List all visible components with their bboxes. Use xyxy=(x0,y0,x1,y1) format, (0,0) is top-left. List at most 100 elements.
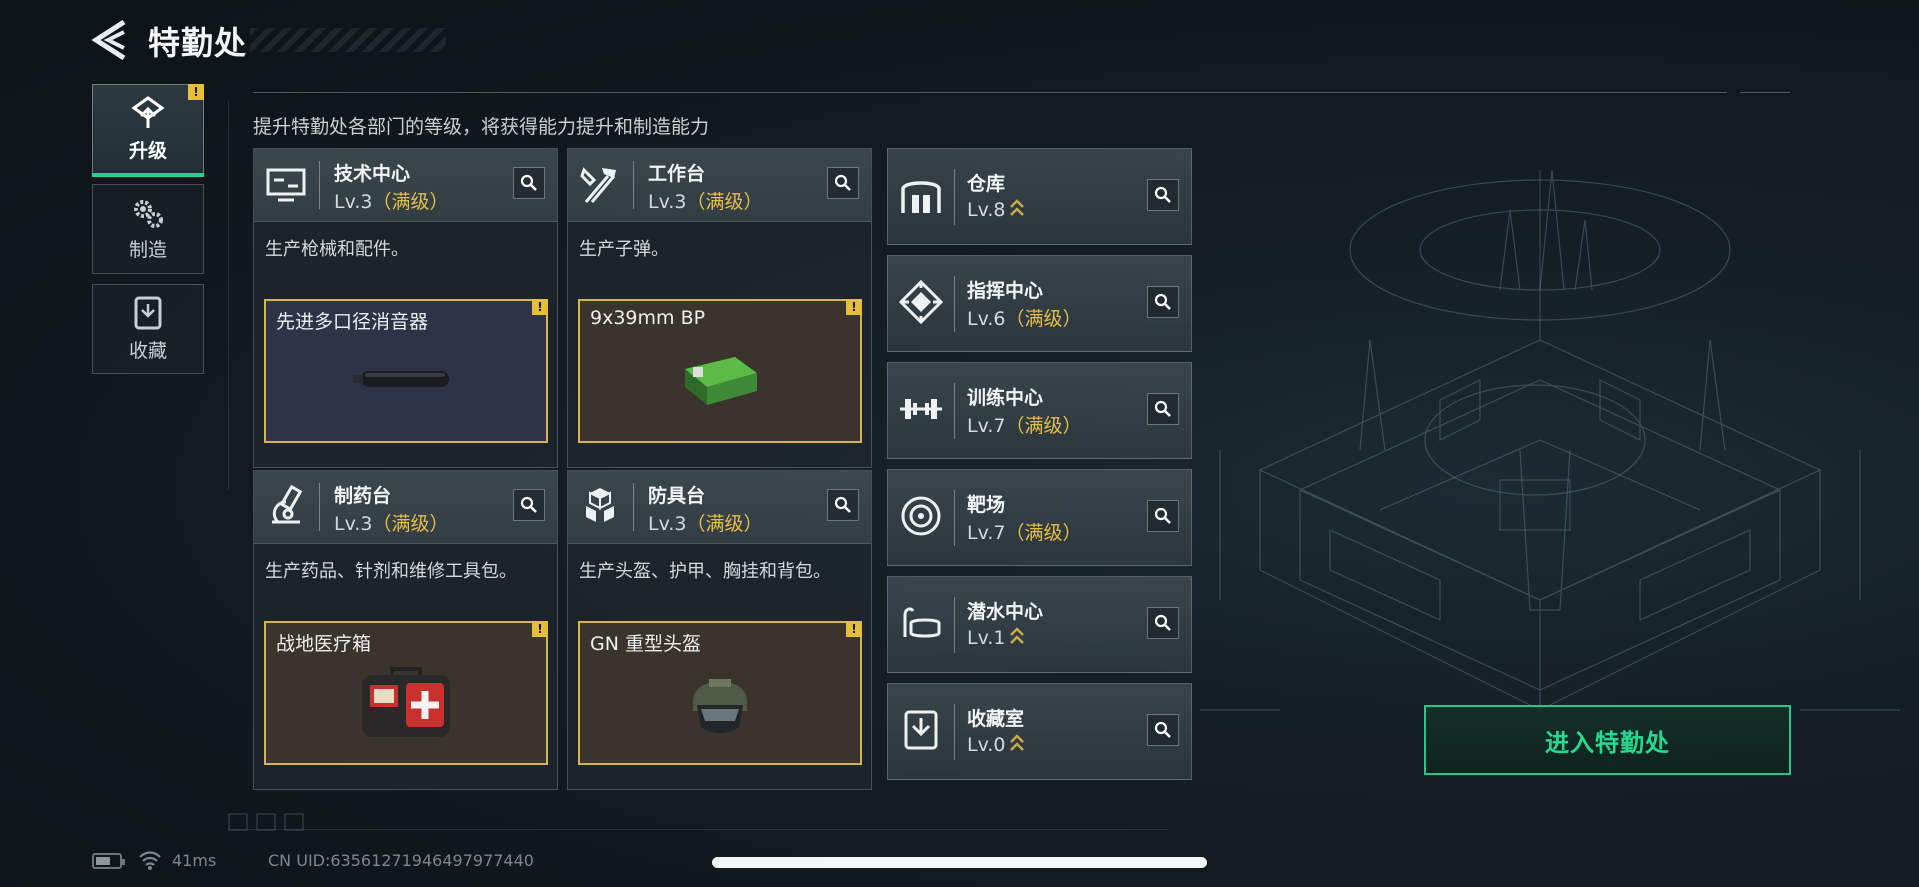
facility-name: 训练中心 xyxy=(967,387,1044,409)
facility-level: Lv.7（满级） xyxy=(967,415,1082,437)
facility-name: 制药台 xyxy=(334,485,392,507)
target-icon xyxy=(901,496,941,536)
battery-icon xyxy=(92,853,125,869)
gears-icon xyxy=(134,199,163,228)
tab-collection-label: 收藏 xyxy=(128,339,167,362)
intro-text: 提升特勤处各部门的等级，将获得能力提升和制造能力 xyxy=(253,116,710,138)
facility-row-collection-room[interactable]: 收藏室 Lv.0 xyxy=(887,683,1192,780)
warehouse-icon xyxy=(901,181,941,213)
page-title: 特勤处 xyxy=(148,24,248,62)
facility-description: 生产枪械和配件。 xyxy=(265,239,409,260)
left-divider xyxy=(228,100,229,490)
facility-name: 靶场 xyxy=(967,494,1006,516)
craft-slot[interactable]: 先进多口径消音器 ! xyxy=(264,299,548,443)
facility-level: Lv.6（满级） xyxy=(967,308,1082,330)
upgrade-icon xyxy=(131,95,165,128)
facility-card-workbench[interactable]: 工作台 Lv.3（满级） 生产子弹。 9x39mm BP ! xyxy=(567,148,872,468)
facility-card-pharmacy[interactable]: 制药台 Lv.3（满级） 生产药品、针剂和维修工具包。 战地医疗箱 ! xyxy=(253,470,558,790)
ammo-box-icon xyxy=(685,357,757,406)
facility-name: 防具台 xyxy=(648,485,706,507)
facility-row-command-center[interactable]: 指挥中心 Lv.6（满级） xyxy=(887,255,1192,352)
tech-center-icon xyxy=(266,168,306,202)
inspect-button[interactable] xyxy=(827,489,859,521)
upgrade-available-icon xyxy=(1010,199,1025,216)
facility-description: 生产药品、针剂和维修工具包。 xyxy=(265,561,517,582)
collection-room-icon xyxy=(904,710,938,750)
title-decoration xyxy=(250,28,446,52)
card-header: 制药台 Lv.3（满级） xyxy=(254,471,557,544)
card-header: 工作台 Lv.3（满级） xyxy=(568,149,871,222)
inspect-button[interactable] xyxy=(513,489,545,521)
decorative-squares xyxy=(228,813,304,831)
medkit-icon xyxy=(362,667,450,738)
inspect-button[interactable] xyxy=(827,167,859,199)
collection-icon xyxy=(134,296,162,329)
ping-value: 41ms xyxy=(172,851,217,870)
search-icon xyxy=(1154,507,1171,524)
card-header: 防具台 Lv.3（满级） xyxy=(568,471,871,544)
search-icon xyxy=(1154,186,1171,203)
facility-card-tech-center[interactable]: 技术中心 Lv.3（满级） 生产枪械和配件。 先进多口径消音器 ! xyxy=(253,148,558,468)
craft-slot[interactable]: GN 重型头盔 ! xyxy=(578,621,862,765)
search-icon xyxy=(1154,293,1171,310)
tab-collection[interactable]: 收藏 xyxy=(92,284,204,374)
search-icon xyxy=(1154,400,1171,417)
inspect-button[interactable] xyxy=(513,167,545,199)
facility-card-armor-bench[interactable]: 防具台 Lv.3（满级） 生产头盔、护甲、胸挂和背包。 GN 重型头盔 ! xyxy=(567,470,872,790)
hammer-wrench-icon xyxy=(580,167,616,203)
microscope-icon xyxy=(272,484,303,524)
home-indicator[interactable] xyxy=(712,857,1207,868)
wifi-icon xyxy=(139,851,161,870)
facility-level: Lv.3（满级） xyxy=(648,513,763,535)
search-icon xyxy=(1154,614,1171,631)
facility-name: 收藏室 xyxy=(967,708,1025,730)
craft-item-name: GN 重型头盔 xyxy=(590,633,701,655)
inspect-button[interactable] xyxy=(1147,179,1179,211)
user-uid: CN UID:635612719464979774​40 xyxy=(268,851,534,870)
craft-item-name: 先进多口径消音器 xyxy=(276,311,429,333)
back-button[interactable] xyxy=(90,18,130,62)
tab-upgrade-label: 升级 xyxy=(128,139,167,162)
facility-name: 仓库 xyxy=(967,173,1006,195)
facility-row-warehouse[interactable]: 仓库 Lv.8 xyxy=(887,148,1192,245)
search-icon xyxy=(1154,721,1171,738)
command-center-icon xyxy=(899,280,943,324)
inspect-button[interactable] xyxy=(1147,393,1179,425)
inspect-button[interactable] xyxy=(1147,500,1179,532)
craft-slot[interactable]: 9x39mm BP ! xyxy=(578,299,862,443)
facility-level: Lv.7（满级） xyxy=(967,522,1082,544)
inspect-button[interactable] xyxy=(1147,714,1179,746)
bottom-divider xyxy=(228,829,1168,830)
tab-craft[interactable]: 制造 xyxy=(92,184,204,274)
alert-badge: ! xyxy=(188,84,204,100)
facility-row-diving-center[interactable]: 潜水中心 Lv.1 xyxy=(887,576,1192,673)
facility-level: Lv.1 xyxy=(967,625,1025,649)
top-divider xyxy=(253,92,1727,93)
facility-level: Lv.3（满级） xyxy=(334,191,449,213)
dumbbell-icon xyxy=(900,399,942,419)
upgrade-available-icon xyxy=(1010,734,1025,751)
facility-row-shooting-range[interactable]: 靶场 Lv.7（满级） xyxy=(887,469,1192,566)
search-icon xyxy=(834,174,851,191)
inspect-button[interactable] xyxy=(1147,607,1179,639)
facility-name: 潜水中心 xyxy=(967,601,1044,623)
upgrade-available-icon xyxy=(1010,627,1025,644)
craft-item-name: 9x39mm BP xyxy=(590,307,706,329)
search-icon xyxy=(834,496,851,513)
tab-craft-label: 制造 xyxy=(128,238,167,261)
enter-special-ops-button[interactable]: 进入特勤处 xyxy=(1424,705,1791,775)
alert-badge: ! xyxy=(846,621,862,637)
helmet-icon xyxy=(693,679,747,734)
facility-row-training-center[interactable]: 训练中心 Lv.7（满级） xyxy=(887,362,1192,459)
facility-name: 技术中心 xyxy=(334,163,411,185)
facility-level: Lv.0 xyxy=(967,732,1025,756)
craft-slot[interactable]: 战地医疗箱 ! xyxy=(264,621,548,765)
alert-badge: ! xyxy=(532,621,548,637)
tab-upgrade[interactable]: 升级 ! xyxy=(92,84,204,177)
facility-level: Lv.3（满级） xyxy=(334,513,449,535)
facility-level: Lv.3（满级） xyxy=(648,191,763,213)
facility-name: 工作台 xyxy=(648,163,706,185)
card-header: 技术中心 Lv.3（满级） xyxy=(254,149,557,222)
facility-description: 生产头盔、护甲、胸挂和背包。 xyxy=(579,561,831,582)
inspect-button[interactable] xyxy=(1147,286,1179,318)
